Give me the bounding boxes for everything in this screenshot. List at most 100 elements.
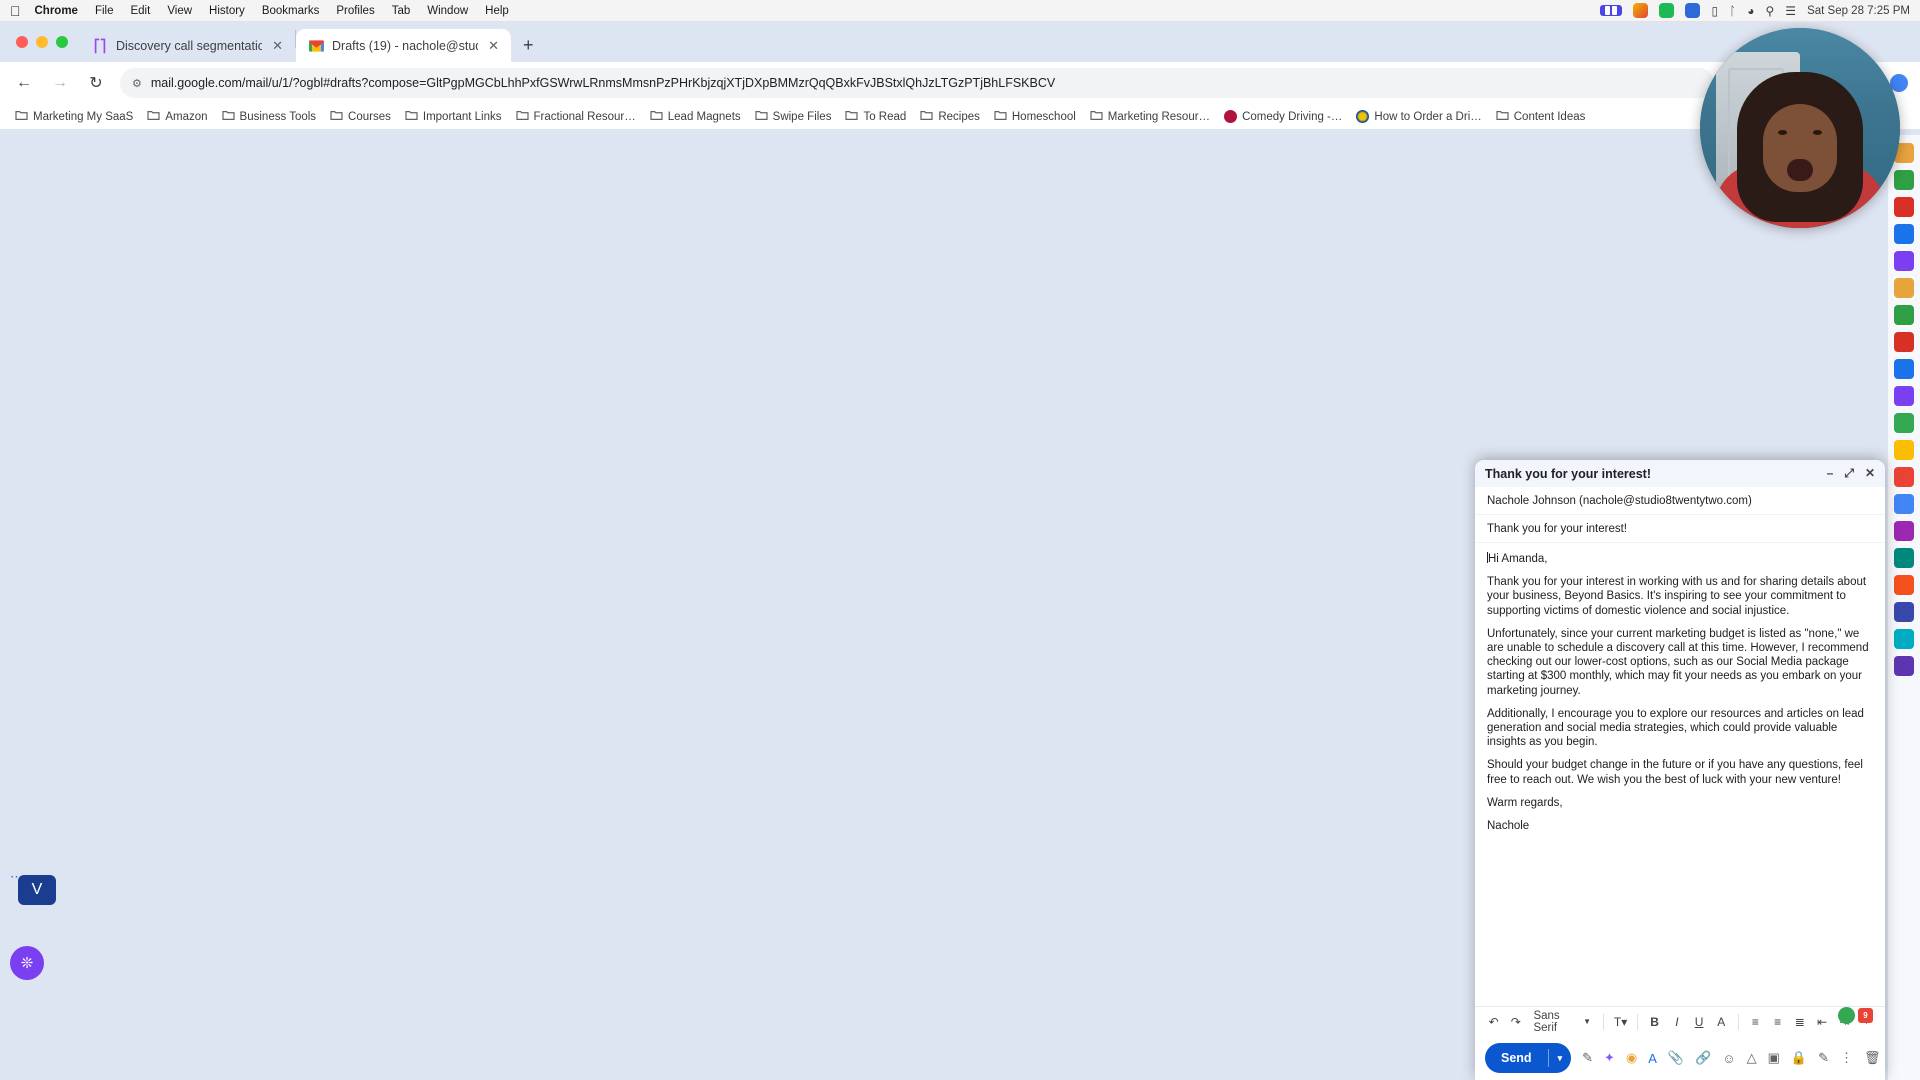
addon-icon-14[interactable]	[1894, 494, 1914, 514]
site-settings-icon[interactable]: ⚙	[132, 77, 142, 90]
window-controls[interactable]	[14, 22, 80, 62]
addon-icon-5[interactable]	[1894, 251, 1914, 271]
expand-icon[interactable]: ⤢	[1844, 466, 1854, 481]
addon-icon-7[interactable]	[1894, 305, 1914, 325]
sparkle-app-icon[interactable]: ❊	[10, 946, 44, 980]
bluetooth-icon[interactable]: ᛚ	[1729, 4, 1736, 18]
send-options-caret[interactable]: ▾	[1549, 1053, 1572, 1064]
addon-icon-15[interactable]	[1894, 521, 1914, 541]
bookmark-item[interactable]: Homeschool	[988, 107, 1082, 127]
addon-icon-13[interactable]	[1894, 467, 1914, 487]
addon-icon-11[interactable]	[1894, 413, 1914, 433]
addon-icon-16[interactable]	[1894, 548, 1914, 568]
bookmark-item[interactable]: Content Ideas	[1490, 107, 1592, 127]
redo-icon[interactable]: ↷	[1507, 1012, 1524, 1032]
bookmark-item[interactable]: Amazon	[141, 107, 213, 127]
photo-icon[interactable]: ▣	[1768, 1047, 1780, 1069]
clock[interactable]: Sat Sep 28 7:25 PM	[1807, 5, 1910, 17]
addon-icon-17[interactable]	[1894, 575, 1914, 595]
addon-icon-12[interactable]	[1894, 440, 1914, 460]
from-field[interactable]: Nachole Johnson (nachole@studio8twentytw…	[1475, 487, 1885, 515]
menu-history[interactable]: History	[209, 5, 245, 17]
gemini-icon[interactable]: ✦	[1604, 1047, 1615, 1069]
menu-window[interactable]: Window	[427, 5, 468, 17]
subject-field[interactable]: Thank you for your interest!	[1475, 515, 1885, 543]
bookmark-item[interactable]: Comedy Driving -…	[1218, 107, 1348, 126]
wifi-icon[interactable]: ◕	[1747, 4, 1754, 18]
menubar-app-icon-2[interactable]	[1659, 3, 1675, 18]
apple-logo-icon[interactable]: 	[10, 4, 21, 18]
bookmark-item[interactable]: Important Links	[399, 107, 508, 127]
addon-icon-10[interactable]	[1894, 386, 1914, 406]
delete-draft-icon[interactable]: 🗑	[1864, 1047, 1881, 1069]
vimeo-icon[interactable]: V	[18, 875, 56, 905]
menu-tab[interactable]: Tab	[392, 5, 411, 17]
bookmark-item[interactable]: Courses	[324, 107, 397, 127]
screen-record-icon[interactable]	[1600, 5, 1623, 16]
bookmark-item[interactable]: Fractional Resour…	[510, 107, 642, 127]
undo-icon[interactable]: ↶	[1485, 1012, 1502, 1032]
bookmark-item[interactable]: Marketing Resour…	[1084, 107, 1216, 127]
send-button[interactable]: Send ▾	[1485, 1043, 1572, 1073]
battery-icon[interactable]: ▯	[1711, 4, 1718, 18]
back-icon[interactable]: ←	[12, 74, 36, 92]
forward-icon[interactable]: →	[48, 74, 72, 92]
bookmark-item[interactable]: Marketing My SaaS	[9, 107, 139, 127]
align-icon[interactable]: ≡	[1747, 1012, 1764, 1032]
attach-icon[interactable]: 📎	[1668, 1047, 1684, 1069]
close-icon[interactable]: ✕	[1865, 466, 1875, 481]
maximize-window-button[interactable]	[56, 36, 68, 48]
font-size-icon[interactable]: T▾	[1612, 1012, 1629, 1032]
signature-icon[interactable]: ✎	[1818, 1047, 1829, 1069]
drive-icon[interactable]: △	[1747, 1047, 1757, 1069]
bulleted-list-icon[interactable]: ≣	[1791, 1012, 1808, 1032]
compose-header[interactable]: Thank you for your interest! – ⤢ ✕	[1475, 460, 1885, 487]
minimize-icon[interactable]: –	[1827, 466, 1834, 481]
minimize-window-button[interactable]	[36, 36, 48, 48]
bookmark-item[interactable]: Business Tools	[216, 107, 323, 127]
font-family-select[interactable]: Sans Serif ▼	[1529, 1010, 1595, 1034]
address-bar[interactable]: ⚙ mail.google.com/mail/u/1/?ogbl#drafts?…	[120, 68, 1715, 98]
close-tab-icon[interactable]: ✕	[270, 38, 285, 54]
reload-icon[interactable]: ↻	[84, 73, 108, 93]
addon-icon-18[interactable]	[1894, 602, 1914, 622]
compose-body[interactable]: Hi Amanda, Thank you for your interest i…	[1475, 543, 1885, 1006]
menu-chrome[interactable]: Chrome	[35, 5, 78, 17]
text-color-icon[interactable]: A	[1648, 1047, 1657, 1069]
search-icon[interactable]: ⚲	[1766, 4, 1775, 18]
insert-emoji-icon[interactable]: ☺	[1722, 1047, 1735, 1069]
addon-icon-20[interactable]	[1894, 656, 1914, 676]
addon-icon-8[interactable]	[1894, 332, 1914, 352]
underline-button[interactable]: U	[1690, 1012, 1707, 1032]
addon-icon-19[interactable]	[1894, 629, 1914, 649]
addon-icon-6[interactable]	[1894, 278, 1914, 298]
tab-discovery-call-segmentation[interactable]: ⎡⎤ Discovery call segmentation ✕	[80, 29, 295, 62]
control-center-icon[interactable]: ☰	[1785, 4, 1796, 18]
italic-button[interactable]: I	[1668, 1012, 1685, 1032]
menu-edit[interactable]: Edit	[130, 5, 150, 17]
grammar-check-icon[interactable]	[1838, 1007, 1855, 1024]
menu-view[interactable]: View	[167, 5, 192, 17]
close-tab-icon[interactable]: ✕	[486, 38, 501, 54]
link-icon[interactable]: 🔗	[1695, 1047, 1711, 1069]
notification-count-icon[interactable]: 9	[1858, 1008, 1873, 1023]
new-tab-button[interactable]: +	[511, 35, 546, 62]
menu-file[interactable]: File	[95, 5, 114, 17]
bookmark-item[interactable]: To Read	[839, 107, 912, 127]
menu-help[interactable]: Help	[485, 5, 509, 17]
lock-icon[interactable]: 🔒	[1791, 1047, 1807, 1069]
tab-drafts-gmail[interactable]: Drafts (19) - nachole@studio ✕	[296, 29, 511, 62]
bookmark-item[interactable]: Lead Magnets	[644, 107, 747, 127]
menubar-app-icon-3[interactable]	[1685, 3, 1701, 18]
menu-bookmarks[interactable]: Bookmarks	[262, 5, 320, 17]
menu-profiles[interactable]: Profiles	[336, 5, 374, 17]
close-window-button[interactable]	[16, 36, 28, 48]
bookmark-item[interactable]: How to Order a Dri…	[1350, 107, 1487, 126]
bookmark-item[interactable]: Recipes	[914, 107, 986, 127]
bold-button[interactable]: B	[1646, 1012, 1663, 1032]
more-icon[interactable]: ⋮	[1840, 1047, 1853, 1069]
text-color-button[interactable]: A	[1713, 1012, 1730, 1032]
formatting-icon[interactable]: ✎	[1582, 1047, 1593, 1069]
numbered-list-icon[interactable]: ≡	[1769, 1012, 1786, 1032]
bookmark-item[interactable]: Swipe Files	[749, 107, 838, 127]
